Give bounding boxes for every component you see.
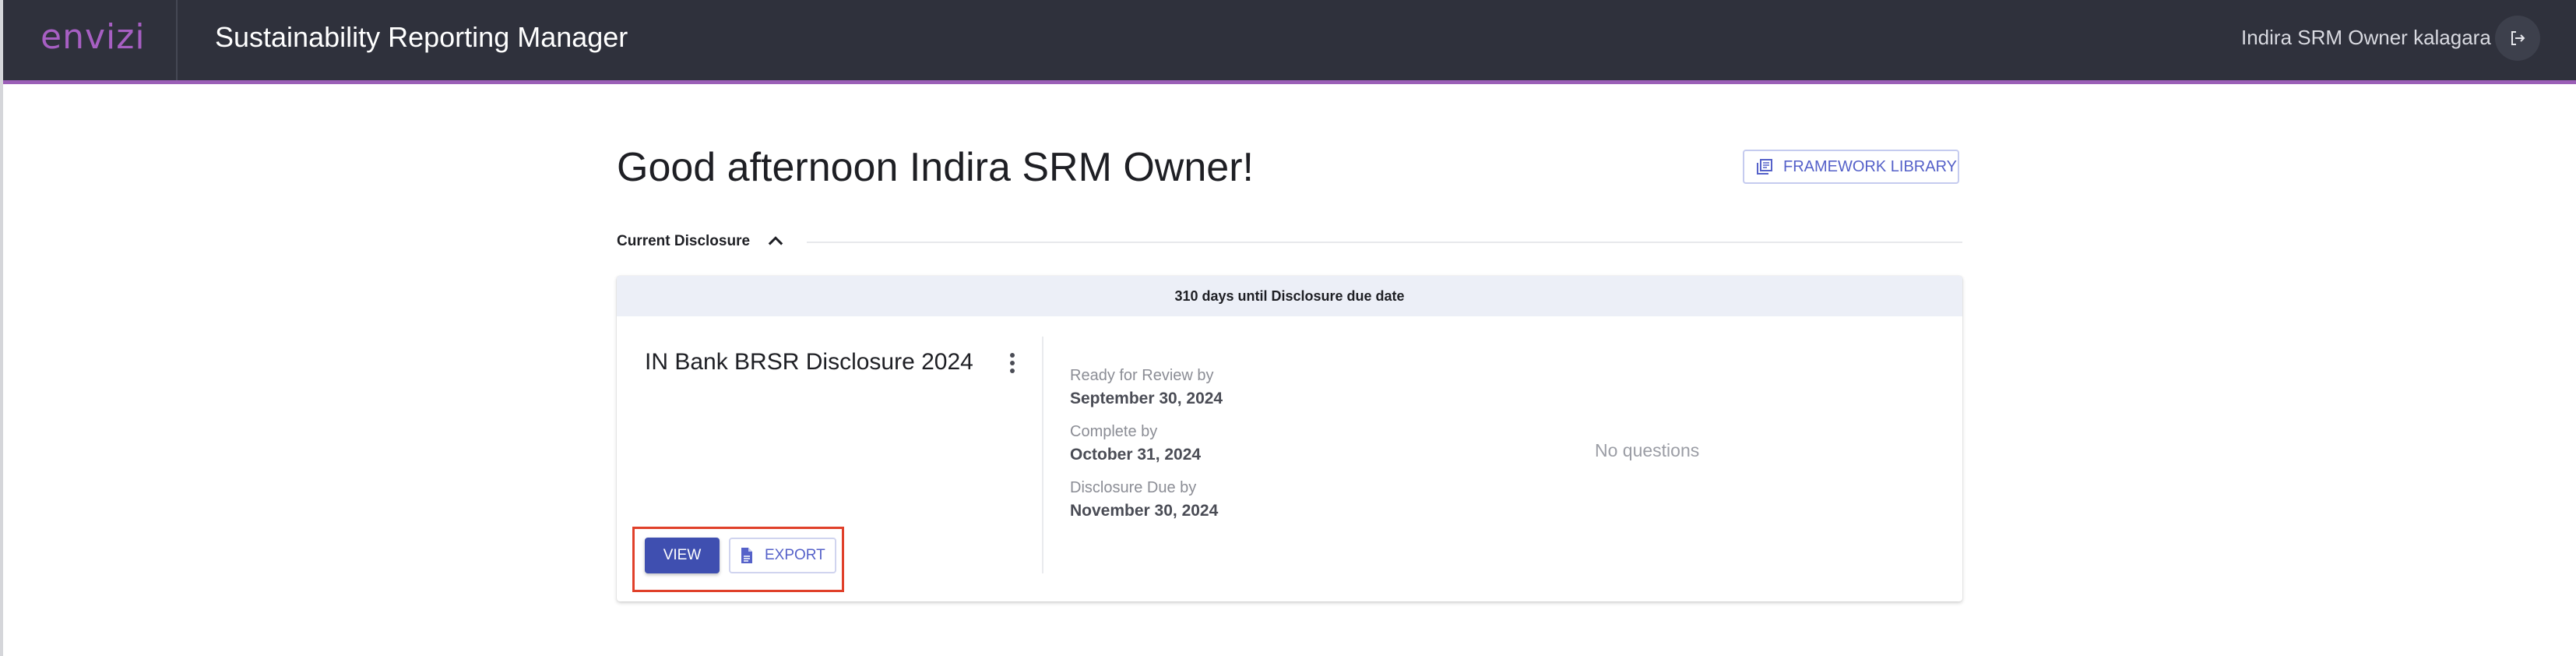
document-icon	[741, 548, 752, 563]
view-button[interactable]: VIEW	[645, 538, 720, 573]
card-divider	[1042, 337, 1043, 573]
questions-status: No questions	[1595, 440, 1700, 460]
framework-library-label: FRAMEWORK LIBRARY	[1783, 157, 1957, 175]
complete-by-date: October 31, 2024	[1070, 446, 1202, 464]
top-app-bar: envizi Sustainability Reporting Manager …	[3, 0, 2576, 84]
ready-for-review-date: September 30, 2024	[1070, 390, 1223, 407]
disclosure-due-date: November 30, 2024	[1070, 502, 1219, 520]
header-divider	[176, 0, 178, 80]
user-name: Indira SRM Owner kalagara	[2241, 26, 2491, 49]
disclosure-card: 310 days until Disclosure due date IN Ba…	[617, 276, 1962, 601]
due-date-banner: 310 days until Disclosure due date	[617, 276, 1962, 316]
export-label: EXPORT	[765, 547, 825, 563]
chevron-up-icon[interactable]	[765, 231, 787, 252]
section-label: Current Disclosure	[617, 233, 751, 249]
envizi-logo[interactable]: envizi	[40, 14, 146, 61]
header-accent-bar	[3, 80, 2576, 84]
library-books-icon	[1757, 159, 1772, 175]
app-title: Sustainability Reporting Manager	[215, 21, 628, 53]
disclosure-due-label: Disclosure Due by	[1070, 479, 1197, 496]
window-edge	[0, 0, 3, 656]
more-vert-icon[interactable]	[1001, 349, 1023, 377]
export-button[interactable]: EXPORT	[729, 538, 836, 573]
greeting-heading: Good afternoon Indira SRM Owner!	[617, 145, 1254, 190]
complete-by-label: Complete by	[1070, 423, 1158, 440]
logout-button[interactable]	[2495, 16, 2540, 61]
framework-library-button[interactable]: FRAMEWORK LIBRARY	[1743, 150, 1959, 184]
logout-icon	[2511, 31, 2525, 45]
disclosure-title: IN Bank BRSR Disclosure 2024	[645, 349, 973, 375]
section-divider	[807, 242, 1962, 243]
ready-for-review-label: Ready for Review by	[1070, 367, 1214, 384]
